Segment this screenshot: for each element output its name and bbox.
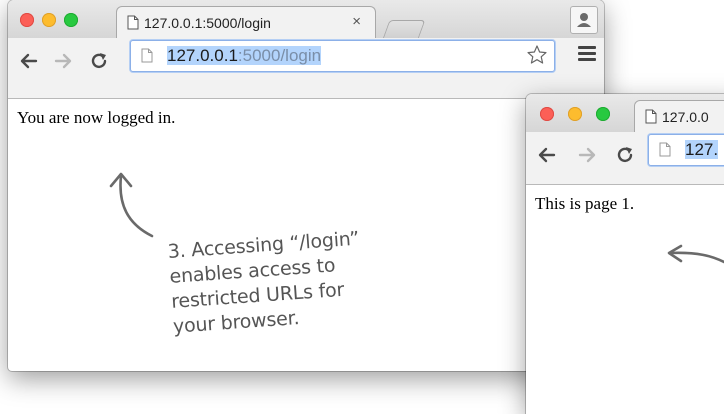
document-icon [127, 15, 139, 30]
title-bar: 127.0.0 [526, 94, 724, 133]
logged-in-message: You are now logged in. [17, 108, 176, 127]
tab-title: 127.0.0.1:5000/login [144, 15, 271, 31]
minimize-window-button[interactable] [568, 107, 582, 121]
document-icon [141, 48, 153, 63]
browser-window-secondary: 127.0.0 127. This is page 1. [526, 94, 724, 414]
menu-icon[interactable] [578, 46, 596, 62]
toolbar: 127.0.0.1:5000/login [8, 38, 604, 99]
close-window-button[interactable] [540, 107, 554, 121]
forward-arrow-icon[interactable] [576, 144, 598, 166]
close-window-button[interactable] [20, 13, 34, 27]
tab-login[interactable]: 127.0.0.1:5000/login × [116, 6, 376, 39]
minimize-window-button[interactable] [42, 13, 56, 27]
url-host: 127.0.0.1 [167, 46, 238, 65]
tab-page-1[interactable]: 127.0.0 [634, 100, 724, 133]
reload-icon[interactable] [614, 144, 636, 166]
bookmark-star-icon[interactable] [526, 44, 548, 66]
address-bar[interactable]: 127.0.0.1:5000/login [130, 40, 555, 72]
tab-title: 127.0.0 [662, 109, 709, 125]
document-icon [645, 109, 657, 124]
new-tab-button[interactable] [382, 20, 426, 39]
page-1-message: This is page 1. [535, 194, 635, 213]
tab-close-icon[interactable]: × [352, 13, 361, 30]
url-host: 127. [685, 140, 719, 159]
page-content: This is page 1. [526, 185, 724, 414]
back-arrow-icon[interactable] [536, 144, 558, 166]
reload-icon[interactable] [88, 50, 110, 72]
zoom-window-button[interactable] [596, 107, 610, 121]
profile-icon [577, 13, 591, 27]
document-icon [659, 142, 671, 157]
zoom-window-button[interactable] [64, 13, 78, 27]
back-arrow-icon[interactable] [18, 50, 40, 72]
address-bar[interactable]: 127. [648, 134, 724, 166]
url-text[interactable]: 127. [685, 140, 719, 160]
handwritten-annotation: 3. Accessing “/login” enables access to … [167, 227, 365, 340]
toolbar: 127. [526, 132, 724, 185]
forward-arrow-icon[interactable] [52, 50, 74, 72]
url-path: :5000/login [237, 46, 322, 65]
title-bar: 127.0.0.1:5000/login × [8, 0, 604, 39]
profile-button[interactable] [570, 6, 598, 34]
url-text[interactable]: 127.0.0.1:5000/login [167, 46, 322, 66]
